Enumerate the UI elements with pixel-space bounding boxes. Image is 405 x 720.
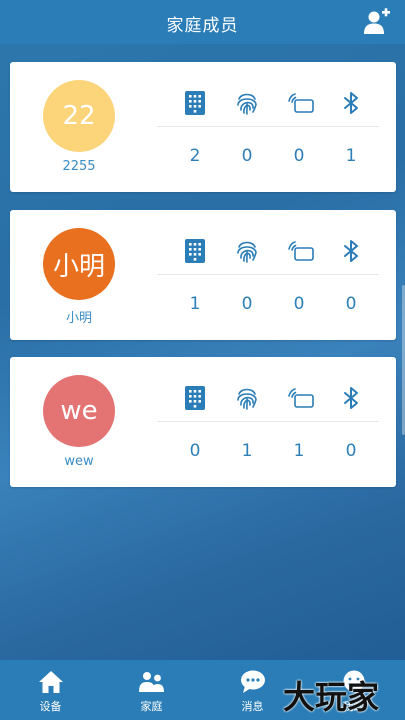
- home-icon: [38, 670, 64, 694]
- member-name: 2255: [62, 159, 96, 174]
- card-count: 0: [293, 146, 305, 166]
- member-card[interactable]: we wew 0 1 1 0: [10, 357, 396, 487]
- fingerprint-count: 0: [241, 146, 253, 166]
- top-bar: 家庭成员: [0, 0, 405, 44]
- member-card[interactable]: 小明 小明 1 0 0 0: [10, 210, 396, 340]
- divider: [157, 421, 379, 422]
- member-name: 小明: [65, 311, 92, 326]
- fingerprint-icon: [235, 385, 259, 411]
- keypad-icon: [183, 385, 207, 411]
- tab-label: 家庭: [140, 700, 163, 713]
- avatar[interactable]: 22: [43, 80, 115, 152]
- bluetooth-icon: [339, 90, 363, 116]
- tab-devices[interactable]: 设备: [0, 660, 101, 720]
- bluetooth-icon: [339, 238, 363, 264]
- keypad-icon: [183, 238, 207, 264]
- page-title: 家庭成员: [166, 16, 239, 36]
- bluetooth-count: 0: [345, 294, 357, 314]
- keypad-count: 2: [189, 146, 201, 166]
- bluetooth-count: 1: [345, 146, 357, 166]
- fingerprint-icon: [235, 90, 259, 116]
- card-icon: [287, 90, 315, 116]
- card-count: 1: [293, 441, 305, 461]
- fingerprint-count: 0: [241, 294, 253, 314]
- family-icon: [139, 670, 165, 694]
- fingerprint-count: 1: [241, 441, 253, 461]
- tab-label: 设备: [39, 700, 62, 713]
- divider: [157, 274, 379, 275]
- member-card[interactable]: 22 2255 2 0 0 1: [10, 62, 396, 192]
- member-name: wew: [64, 454, 94, 469]
- bluetooth-count: 0: [345, 441, 357, 461]
- divider: [157, 126, 379, 127]
- bluetooth-icon: [339, 385, 363, 411]
- tab-family[interactable]: 家庭: [101, 660, 202, 720]
- keypad-count: 0: [189, 441, 201, 461]
- card-icon: [287, 385, 315, 411]
- add-user-icon[interactable]: [363, 8, 391, 36]
- keypad-icon: [183, 90, 207, 116]
- card-count: 0: [293, 294, 305, 314]
- message-icon: [240, 670, 266, 694]
- avatar[interactable]: 小明: [43, 228, 115, 300]
- card-icon: [287, 238, 315, 264]
- watermark: 大玩家: [283, 678, 380, 716]
- fingerprint-icon: [235, 238, 259, 264]
- keypad-count: 1: [189, 294, 201, 314]
- avatar[interactable]: we: [43, 375, 115, 447]
